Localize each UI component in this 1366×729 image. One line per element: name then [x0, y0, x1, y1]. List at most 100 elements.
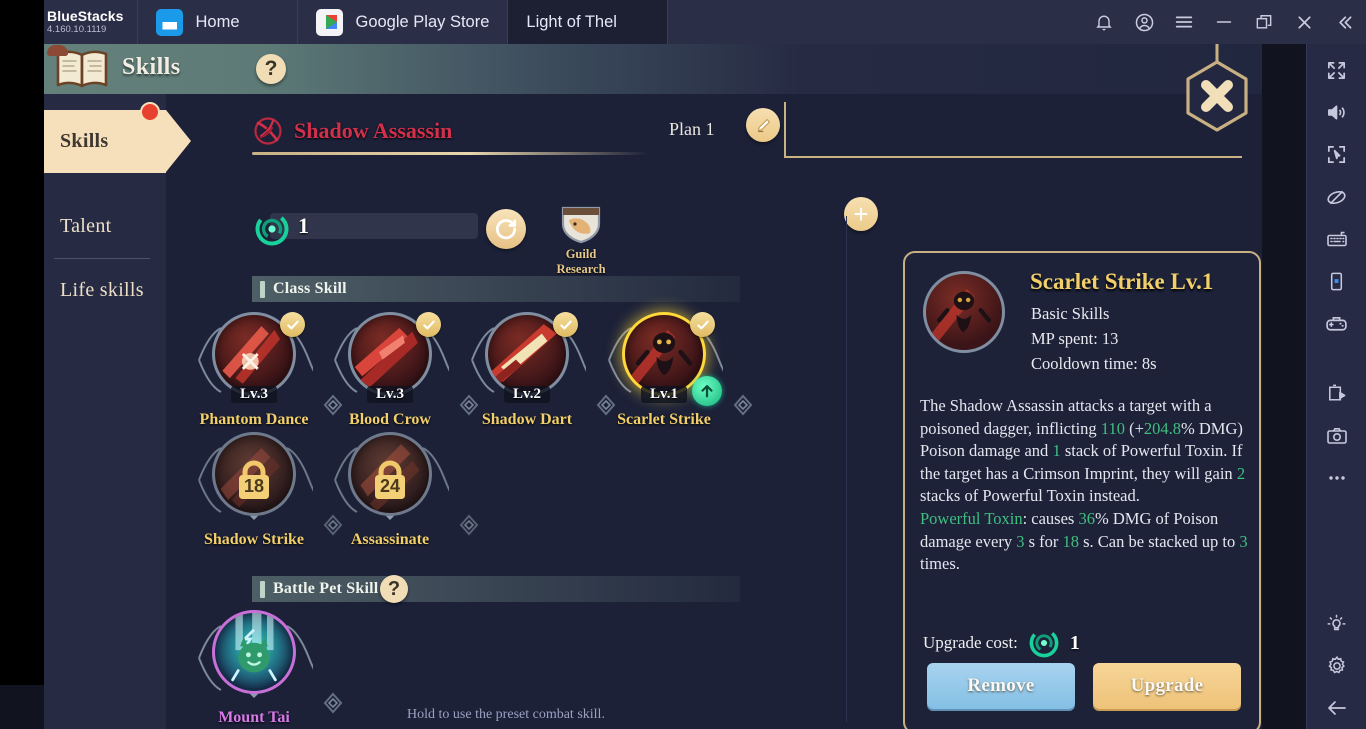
detail-mp-cost: MP spent: 13 [1031, 329, 1119, 348]
menu-icon[interactable] [1164, 0, 1204, 44]
skill-detail-panel: Scarlet Strike Lv.1 Basic Skills MP spen… [903, 251, 1261, 729]
sidebar-item-skills[interactable]: Skills [44, 102, 191, 173]
class-emblem-icon [254, 117, 282, 145]
sidebar-item-life-skills-label: Life skills [60, 279, 144, 301]
skill-scarlet-strike[interactable]: Lv.1 Scarlet Strike [605, 312, 723, 429]
close-icon[interactable] [1284, 0, 1324, 44]
rotate-screen-icon[interactable] [1307, 260, 1366, 302]
add-plan-icon[interactable]: + [844, 197, 878, 231]
skill-point-icon [255, 212, 289, 246]
section-battle-pet-skill: Battle Pet Skill [252, 576, 740, 602]
tab-light-of-thel[interactable]: Light of Thel [44, 0, 1262, 729]
help-icon[interactable]: ? [256, 54, 286, 84]
volume-icon[interactable] [1307, 91, 1366, 133]
skills-panel-header: Skills ? [44, 44, 1262, 94]
class-name: Shadow Assassin [252, 116, 452, 146]
content-divider [846, 216, 847, 722]
upgrade-button[interactable]: Upgrade [1093, 663, 1241, 709]
tab-google-play-store[interactable]: Google Play Store [298, 0, 509, 44]
skill-equipped-check-icon [553, 312, 578, 337]
fullscreen-icon[interactable] [1307, 49, 1366, 91]
desc-seg: stacks of Powerful Toxin instead. [920, 486, 1140, 506]
plan-tab-bar [784, 102, 1242, 158]
keyboard-controls-icon[interactable] [1307, 218, 1366, 260]
skill-assassinate[interactable]: 24 Assassinate [331, 432, 449, 549]
account-icon[interactable] [1124, 0, 1164, 44]
minimize-icon[interactable] [1204, 0, 1244, 44]
description-fade [920, 593, 1252, 621]
notification-bell-icon[interactable] [1084, 0, 1124, 44]
desc-value: 3 [1239, 531, 1248, 551]
battle-pet-help-icon[interactable]: ? [380, 575, 408, 603]
upgrade-cost-value: 1 [1069, 631, 1080, 654]
remove-button[interactable]: Remove [927, 663, 1075, 709]
desc-value: 2 [1236, 463, 1246, 483]
sidebar-item-talent-label: Talent [60, 215, 112, 237]
gamepad-icon[interactable] [1307, 303, 1366, 345]
skill-blood-crow[interactable]: Lv.3 Blood Crow [331, 312, 449, 429]
sidebar-item-skills-label: Skills [60, 130, 109, 152]
skill-point-icon [1029, 628, 1059, 658]
desc-seg: times. [920, 554, 960, 574]
skill-link-icon [733, 394, 753, 416]
tab-game-label: Light of Thel [526, 12, 617, 31]
skills-sidebar: Skills Talent Life skills [44, 94, 191, 729]
class-name-label: Shadow Assassin [294, 118, 453, 143]
skill-shadow-dart[interactable]: Lv.2 Shadow Dart [468, 312, 586, 429]
skill-phantom-dance[interactable]: Lv.3 Phantom Dance [195, 312, 313, 429]
skill-point-row: 1 Guild Research [252, 206, 606, 276]
desc-value: 1 [1052, 441, 1061, 461]
skill-shadow-strike[interactable]: 18 Shadow Strike [195, 432, 313, 549]
screen: BlueStacks 4.160.10.1119 Home Google Pla… [0, 0, 1366, 729]
sidebar-item-life-skills[interactable]: Life skills [44, 259, 166, 322]
edit-pencil-icon[interactable] [746, 108, 780, 142]
section-battle-pet-skill-label: Battle Pet Skill [273, 580, 379, 597]
collapse-icon[interactable] [1324, 0, 1364, 44]
skill-equipped-check-icon [280, 312, 305, 337]
detail-title: Scarlet Strike Lv.1 [1030, 269, 1214, 294]
sidebar-item-talent[interactable]: Talent [44, 195, 166, 258]
desc-toxin-label: Powerful Toxin [920, 508, 1023, 528]
game-viewport: Skills ? Skills Talent Life skills Shado… [44, 44, 1262, 729]
desc-seg: s. Can be stacked up to [1079, 531, 1240, 551]
skill-level: Lv.2 [504, 386, 550, 403]
guild-research-label: Guild Research [556, 247, 606, 276]
eye-off-icon[interactable] [1307, 176, 1366, 218]
skill-equipped-check-icon [416, 312, 441, 337]
screenshot-icon[interactable] [1307, 414, 1366, 456]
skill-level: Lv.3 [367, 386, 413, 403]
skill-name: Phantom Dance [199, 411, 309, 428]
bluestacks-version: 4.160.10.1119 [47, 23, 107, 35]
reset-icon[interactable] [486, 209, 526, 249]
page-title: Skills [122, 54, 181, 80]
section-accent-bar [260, 580, 265, 598]
hint-text: Hold to use the preset combat skill. [407, 707, 605, 722]
detail-cooldown: Cooldown time: 8s [1031, 354, 1157, 373]
bluestacks-sidebar [1306, 44, 1366, 729]
brightness-icon[interactable] [1307, 602, 1366, 644]
skill-upgrade-available-icon[interactable] [692, 376, 722, 406]
back-arrow-icon[interactable] [1307, 687, 1366, 729]
multi-instance-cursor-icon[interactable] [1307, 134, 1366, 176]
notification-dot-icon [140, 102, 160, 122]
skill-unlock-level: 24 [379, 475, 401, 496]
skill-name: Shadow Dart [481, 411, 573, 428]
more-icon[interactable] [1307, 457, 1366, 499]
skill-point-value: 1 [298, 213, 309, 238]
guild-research-button[interactable]: Guild Research [540, 204, 622, 277]
macro-icon[interactable] [1307, 372, 1366, 414]
upgrade-cost-row: Upgrade cost: 1 [923, 625, 1080, 661]
skills-content: Shadow Assassin Plan 1 + 1 Guild Researc… [166, 94, 1262, 729]
desc-value: 36 [1078, 508, 1095, 528]
plan-label: Plan 1 [669, 119, 715, 139]
bluestacks-titlebar: BlueStacks 4.160.10.1119 Home Google Pla… [0, 0, 1366, 729]
skill-unlock-level: 18 [243, 475, 265, 496]
settings-icon[interactable] [1307, 644, 1366, 686]
tab-home[interactable]: Home [138, 0, 299, 44]
skill-link-icon [459, 514, 479, 536]
skill-name: Shadow Strike [203, 531, 305, 548]
skill-name: Assassinate [350, 531, 430, 548]
detail-category: Basic Skills [1031, 304, 1110, 323]
restore-icon[interactable] [1244, 0, 1284, 44]
desc-value: 110 [1100, 418, 1125, 438]
